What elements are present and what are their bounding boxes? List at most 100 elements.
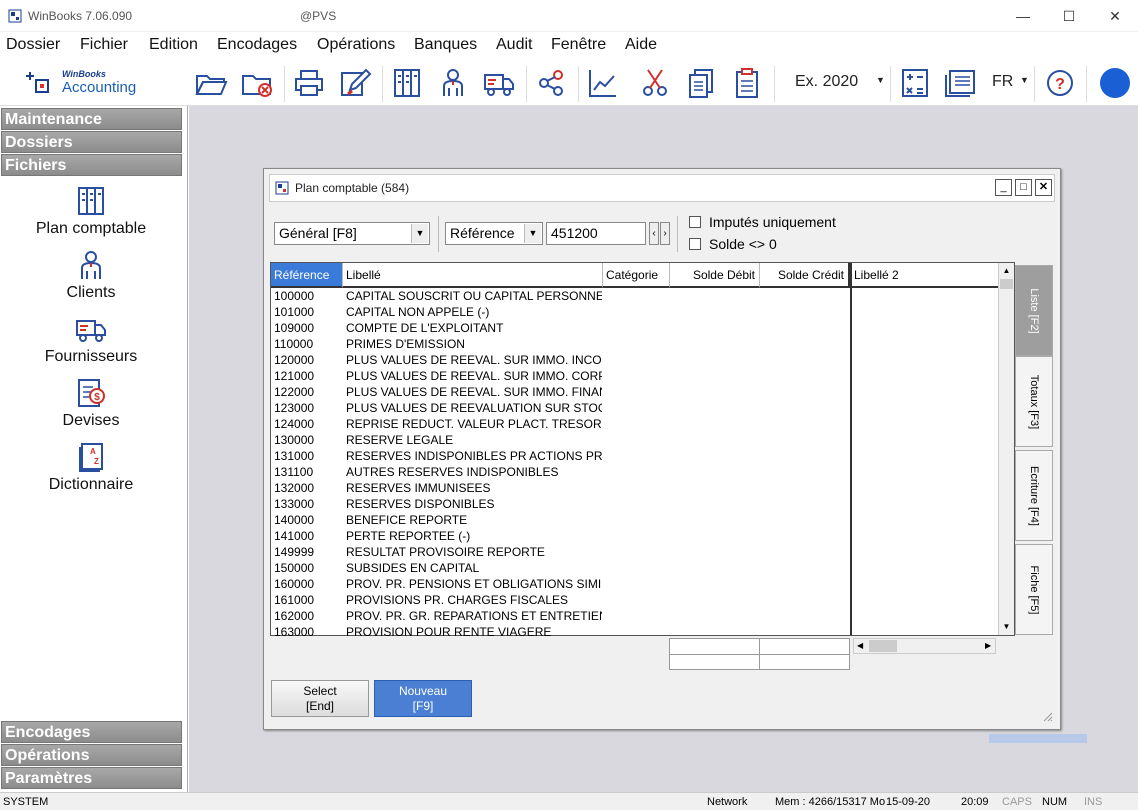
clipboard-icon[interactable]: [730, 66, 764, 100]
column-header-reference[interactable]: Référence: [271, 263, 343, 288]
search-next-button[interactable]: ›: [660, 222, 670, 245]
column-header-solde-credit[interactable]: Solde Crédit: [760, 263, 850, 288]
ledger-icon[interactable]: [390, 66, 424, 100]
section-operations[interactable]: Opérations: [1, 744, 182, 766]
column-header-libelle[interactable]: Libellé: [343, 263, 603, 288]
table-row[interactable]: 123000 PLUS VALUES DE REEVALUATION SUR ST…: [271, 400, 999, 416]
menu-edition[interactable]: Edition: [149, 36, 198, 54]
table-row[interactable]: 120000 PLUS VALUES DE REEVAL. SUR IMMO. I…: [271, 352, 999, 368]
menu-aide[interactable]: Aide: [625, 36, 657, 54]
filter-combo[interactable]: Général [F8] ▼: [274, 222, 430, 245]
table-row[interactable]: 133000 RESERVES DISPONIBLES: [271, 496, 999, 512]
tab-fiche[interactable]: Fiche [F5]: [1015, 544, 1053, 635]
search-prev-button[interactable]: ‹: [649, 222, 659, 245]
nouveau-button[interactable]: Nouveau [F9]: [374, 680, 472, 717]
table-row[interactable]: 121000 PLUS VALUES DE REEVAL. SUR IMMO. C…: [271, 368, 999, 384]
search-input[interactable]: 451200: [546, 222, 646, 245]
share-icon[interactable]: [534, 66, 568, 100]
exercise-selector[interactable]: Ex. 2020: [795, 73, 858, 91]
checkbox-solde[interactable]: Solde <> 0: [689, 236, 777, 252]
help-icon[interactable]: ?: [1043, 66, 1077, 100]
menu-dossier[interactable]: Dossier: [6, 36, 60, 54]
table-row[interactable]: 161000 PROVISIONS PR. CHARGES FISCALES: [271, 592, 999, 608]
menu-fenetre[interactable]: Fenêtre: [551, 36, 606, 54]
person-icon[interactable]: [436, 66, 470, 100]
nav-devises[interactable]: $ Devises: [0, 378, 182, 430]
tab-ecriture[interactable]: Ecriture [F4]: [1015, 450, 1053, 541]
table-row[interactable]: 122000 PLUS VALUES DE REEVAL. SUR IMMO. F…: [271, 384, 999, 400]
tab-liste[interactable]: Liste [F2]: [1015, 265, 1053, 356]
edit-icon[interactable]: [338, 66, 372, 100]
close-button[interactable]: ✕: [1092, 0, 1138, 32]
print-icon[interactable]: [292, 66, 326, 100]
scroll-down-icon[interactable]: ▼: [999, 619, 1014, 635]
column-header-solde-debit[interactable]: Solde Débit: [670, 263, 760, 288]
checkbox-box[interactable]: [689, 238, 701, 250]
child-close-button[interactable]: ✕: [1035, 179, 1052, 196]
section-fichiers[interactable]: Fichiers: [1, 154, 182, 176]
scroll-left-icon[interactable]: ◀: [857, 641, 863, 650]
chart-icon[interactable]: [586, 66, 620, 100]
table-row[interactable]: 110000 PRIMES D'EMISSION: [271, 336, 999, 352]
table-row[interactable]: 132000 RESERVES IMMUNISEES: [271, 480, 999, 496]
dropdown-arrow-icon[interactable]: ▼: [524, 224, 541, 243]
tab-label: Ecriture [F4]: [1028, 465, 1040, 526]
scissors-icon[interactable]: [638, 66, 672, 100]
language-dropdown-icon[interactable]: ▼: [1020, 75, 1029, 85]
truck-icon[interactable]: [482, 66, 516, 100]
folder-close-icon[interactable]: [240, 66, 274, 100]
table-row[interactable]: 141000 PERTE REPORTEE (-): [271, 528, 999, 544]
folder-open-icon[interactable]: [194, 66, 228, 100]
scroll-up-icon[interactable]: ▲: [999, 263, 1014, 279]
maximize-button[interactable]: ☐: [1046, 0, 1092, 32]
nav-clients[interactable]: Clients: [0, 250, 182, 302]
report-icon[interactable]: [944, 66, 978, 100]
horizontal-scrollbar[interactable]: ◀ ▶: [853, 638, 996, 654]
table-row[interactable]: 109000 COMPTE DE L'EXPLOITANT: [271, 320, 999, 336]
table-row[interactable]: 101000 CAPITAL NON APPELE (-): [271, 304, 999, 320]
table-row[interactable]: 140000 BENEFICE REPORTE: [271, 512, 999, 528]
menu-banques[interactable]: Banques: [414, 36, 477, 54]
table-row[interactable]: 131000 RESERVES INDISPONIBLES PR ACTIONS …: [271, 448, 999, 464]
section-dossiers[interactable]: Dossiers: [1, 131, 182, 153]
documents-icon[interactable]: [684, 66, 718, 100]
section-maintenance[interactable]: Maintenance: [1, 108, 182, 130]
table-row[interactable]: 131100 AUTRES RESERVES INDISPONIBLES: [271, 464, 999, 480]
dropdown-arrow-icon[interactable]: ▼: [411, 224, 428, 243]
scroll-thumb[interactable]: [1000, 279, 1013, 289]
nav-dictionnaire[interactable]: AZ Dictionnaire: [0, 442, 182, 494]
nav-fournisseurs[interactable]: Fournisseurs: [0, 314, 182, 366]
table-row[interactable]: 124000 REPRISE REDUCT. VALEUR PLACT. TRES…: [271, 416, 999, 432]
calculator-icon[interactable]: [898, 66, 932, 100]
language-selector[interactable]: FR: [992, 73, 1013, 91]
table-row[interactable]: 162000 PROV. PR. GR. REPARATIONS ET ENTRE…: [271, 608, 999, 624]
vertical-scrollbar[interactable]: ▲ ▼: [998, 263, 1014, 635]
menu-operations[interactable]: Opérations: [317, 36, 395, 54]
resize-grip-icon[interactable]: [1041, 709, 1053, 722]
table-row[interactable]: 130000 RESERVE LEGALE: [271, 432, 999, 448]
scroll-right-icon[interactable]: ▶: [985, 641, 991, 650]
select-button[interactable]: Select [End]: [271, 680, 369, 717]
search-field-combo[interactable]: Référence ▼: [445, 222, 543, 245]
section-parametres[interactable]: Paramètres: [1, 767, 182, 789]
exercise-dropdown-icon[interactable]: ▼: [876, 75, 885, 85]
menu-fichier[interactable]: Fichier: [80, 36, 128, 54]
column-header-categorie[interactable]: Catégorie: [603, 263, 670, 288]
checkbox-box[interactable]: [689, 216, 701, 228]
nav-plan-comptable[interactable]: Plan comptable: [0, 186, 182, 238]
table-row[interactable]: 100000 CAPITAL SOUSCRIT OU CAPITAL PERSON…: [271, 288, 999, 304]
table-row[interactable]: 149999 RESULTAT PROVISOIRE REPORTE: [271, 544, 999, 560]
menu-encodages[interactable]: Encodages: [217, 36, 297, 54]
tab-totaux[interactable]: Totaux [F3]: [1015, 356, 1053, 447]
checkbox-imputes[interactable]: Imputés uniquement: [689, 214, 836, 230]
scroll-thumb[interactable]: [869, 640, 897, 652]
section-encodages[interactable]: Encodages: [1, 721, 182, 743]
minimize-button[interactable]: —: [1000, 0, 1046, 32]
menu-audit[interactable]: Audit: [496, 36, 532, 54]
column-header-libelle2[interactable]: Libellé 2: [851, 263, 999, 288]
child-maximize-button[interactable]: □: [1015, 179, 1032, 196]
table-row[interactable]: 160000 PROV. PR. PENSIONS ET OBLIGATIONS …: [271, 576, 999, 592]
status-circle-icon[interactable]: [1098, 66, 1132, 100]
table-row[interactable]: 150000 SUBSIDES EN CAPITAL: [271, 560, 999, 576]
child-minimize-button[interactable]: _: [995, 179, 1012, 196]
